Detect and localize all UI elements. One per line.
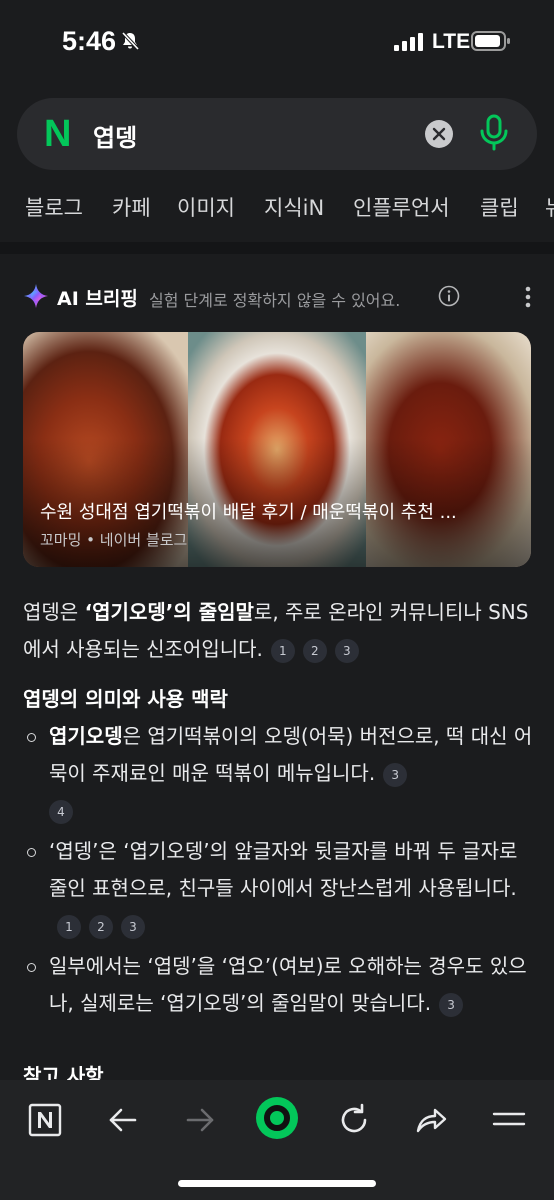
card-source: 꼬마밍 • 네이버 블로그 bbox=[40, 531, 188, 549]
bullet-icon bbox=[27, 848, 36, 857]
intro-text-bold: ‘엽기오뎅’의 줄임말 bbox=[84, 600, 254, 624]
naver-home-button[interactable] bbox=[25, 1100, 65, 1140]
bullet-icon bbox=[27, 963, 36, 972]
card-title[interactable]: 수원 성대점 엽기떡볶이 배달 후기 / 매운떡볶이 추천 ... bbox=[40, 498, 518, 524]
menu-icon bbox=[492, 1112, 526, 1126]
status-bar: 5:46 LTE bbox=[0, 0, 554, 80]
tab-clip[interactable]: 클립 bbox=[480, 192, 519, 222]
intro-text-pre: 엽뎅은 bbox=[23, 600, 85, 624]
bell-off-icon bbox=[121, 31, 140, 51]
citation-badge[interactable]: 3 bbox=[334, 638, 359, 663]
ai-sparkle-icon bbox=[24, 284, 48, 308]
close-icon bbox=[432, 127, 446, 141]
bullet-bold: 엽기오뎅 bbox=[49, 724, 123, 748]
refresh-icon bbox=[341, 1103, 367, 1133]
citation-badge[interactable]: 3 bbox=[439, 992, 464, 1017]
forward-button[interactable] bbox=[180, 1100, 220, 1140]
section-divider bbox=[0, 242, 554, 254]
network-label: LTE bbox=[432, 30, 471, 53]
ai-briefing-title: AI 브리핑 bbox=[57, 288, 138, 310]
tab-cafe[interactable]: 카페 bbox=[112, 192, 151, 222]
search-bar[interactable]: N 엽뎅 bbox=[17, 98, 537, 170]
list-item: ‘엽뎅’은 ‘엽기오뎅’의 앞글자와 뒷글자를 바꿔 두 글자로 줄인 표현으로… bbox=[23, 833, 533, 944]
list-item: 일부에서는 ‘엽뎅’을 ‘엽오’(여보)로 오해하는 경우도 있으나, 실제로는… bbox=[23, 948, 533, 1022]
citation-badge[interactable]: 1 bbox=[270, 638, 295, 663]
clear-search-button[interactable] bbox=[425, 120, 453, 148]
menu-button[interactable] bbox=[489, 1100, 529, 1140]
green-dot-icon bbox=[256, 1097, 298, 1139]
citation-badge[interactable]: 2 bbox=[302, 638, 327, 663]
green-dot-button[interactable] bbox=[255, 1096, 299, 1140]
blog-image-card[interactable]: 수원 성대점 엽기떡볶이 배달 후기 / 매운떡볶이 추천 ... 꼬마밍 • … bbox=[23, 332, 531, 567]
back-button[interactable] bbox=[103, 1100, 143, 1140]
citation-badge[interactable]: 2 bbox=[89, 914, 113, 939]
naver-logo[interactable]: N bbox=[44, 115, 71, 153]
citation-badge[interactable]: 3 bbox=[383, 762, 408, 787]
naver-home-icon bbox=[28, 1103, 62, 1137]
citation-badge[interactable]: 1 bbox=[57, 914, 81, 939]
list-item: 엽기오뎅은 엽기떡볶이의 오뎅(어묵) 버전으로, 떡 대신 어묵이 주재료인 … bbox=[23, 718, 533, 829]
back-arrow-icon bbox=[109, 1108, 137, 1132]
refresh-button[interactable] bbox=[334, 1100, 374, 1140]
home-indicator[interactable] bbox=[178, 1180, 376, 1187]
tab-influencer[interactable]: 인플루언서 bbox=[353, 192, 450, 222]
info-icon[interactable] bbox=[438, 285, 460, 307]
status-time: 5:46 bbox=[62, 26, 117, 56]
tab-kin[interactable]: 지식iN bbox=[264, 192, 324, 222]
more-options-icon[interactable] bbox=[524, 286, 532, 308]
ai-briefing-subtitle: 실험 단계로 정확하지 않을 수 있어요. bbox=[149, 291, 401, 310]
meaning-bullet-list: 엽기오뎅은 엽기떡볶이의 오뎅(어묵) 버전으로, 떡 대신 어묵이 주재료인 … bbox=[23, 718, 533, 1026]
signal-icon bbox=[394, 33, 423, 51]
bullet-icon bbox=[27, 733, 36, 742]
intro-paragraph: 엽뎅은 ‘엽기오뎅’의 줄임말로, 주로 온라인 커뮤니티나 SNS에서 사용되… bbox=[23, 594, 533, 668]
microphone-icon[interactable] bbox=[477, 114, 511, 152]
share-icon bbox=[416, 1108, 447, 1133]
share-button[interactable] bbox=[411, 1100, 451, 1140]
tab-image[interactable]: 이미지 bbox=[177, 192, 235, 222]
battery-icon bbox=[471, 31, 510, 51]
forward-arrow-icon bbox=[186, 1108, 214, 1132]
bullet-text: ‘엽뎅’은 ‘엽기오뎅’의 앞글자와 뒷글자를 바꿔 두 글자로 줄인 표현으로… bbox=[49, 839, 518, 900]
tab-news[interactable]: 뉴 bbox=[545, 192, 554, 222]
search-input[interactable]: 엽뎅 bbox=[93, 118, 137, 153]
citation-badge[interactable]: 4 bbox=[49, 799, 73, 824]
citation-badge[interactable]: 3 bbox=[121, 914, 145, 939]
tab-blog[interactable]: 블로그 bbox=[25, 192, 83, 222]
section-heading: 엽뎅의 의미와 사용 맥락 bbox=[23, 687, 228, 711]
